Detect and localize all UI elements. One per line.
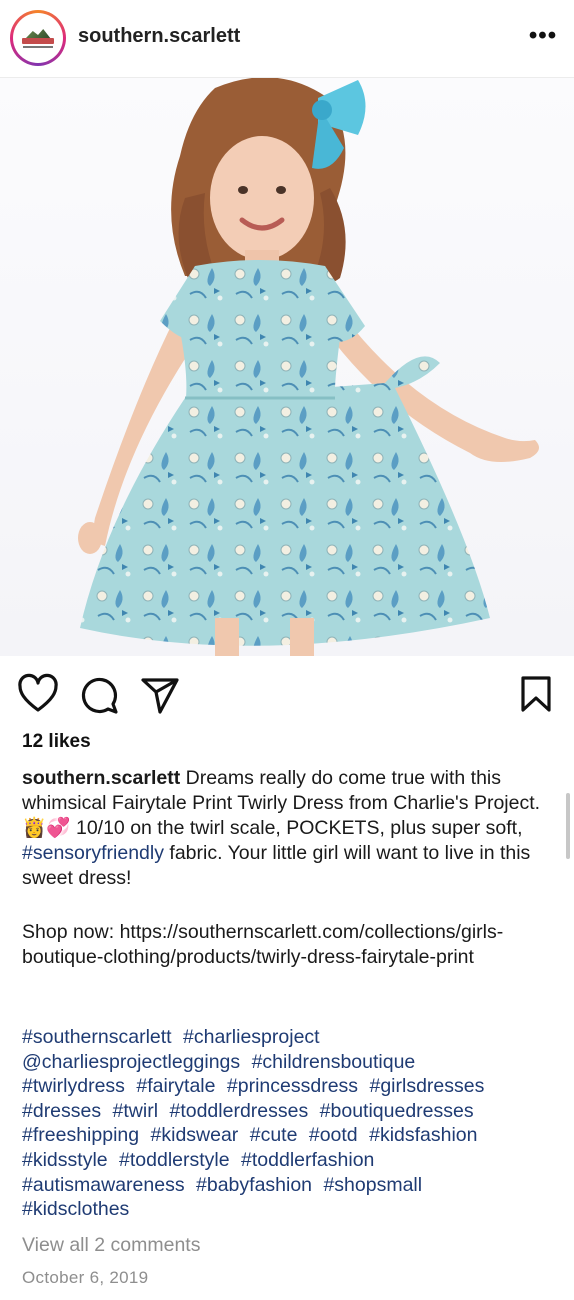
avatar-logo (13, 13, 63, 63)
hashtag[interactable]: #freeshipping (22, 1124, 139, 1146)
hashtag[interactable]: #kidsfashion (369, 1124, 477, 1146)
hashtag[interactable]: #autismawareness (22, 1174, 185, 1196)
logo-banner (22, 38, 54, 44)
shop-link-text: Shop now: https://southernscarlett.com/c… (22, 921, 504, 968)
heart-icon[interactable] (18, 672, 58, 716)
hashtag[interactable]: #toddlerstyle (119, 1149, 230, 1171)
post-date: October 6, 2019 (22, 1268, 149, 1287)
hashtag[interactable]: #girlsdresses (369, 1075, 484, 1097)
post-caption: southern.scarlett Dreams really do come … (22, 766, 550, 891)
avatar[interactable] (10, 10, 66, 66)
hashtag[interactable]: #childrensboutique (252, 1051, 416, 1073)
hashtag[interactable]: #twirlydress (22, 1075, 125, 1097)
caption-text-2: 10/10 on the twirl scale, POCKETS, plus … (70, 817, 528, 839)
username[interactable]: southern.scarlett (78, 25, 240, 48)
photo-illustration (78, 78, 539, 656)
logo-subline (23, 46, 53, 48)
hashtag[interactable]: #boutiquedresses (320, 1100, 474, 1122)
hashtag[interactable]: #ootd (309, 1124, 358, 1146)
hashtag[interactable]: #kidswear (151, 1124, 239, 1146)
hashtag[interactable]: #charliesproject (183, 1026, 320, 1048)
post-header: southern.scarlett ••• (0, 0, 574, 78)
hashtag[interactable]: #dresses (22, 1100, 101, 1122)
hashtag[interactable]: #toddlerdresses (169, 1100, 308, 1122)
hashtag[interactable]: #southernscarlett (22, 1026, 172, 1048)
bookmark-icon[interactable] (516, 672, 556, 716)
hashtag[interactable]: #twirl (113, 1100, 159, 1122)
post-actions (0, 672, 574, 716)
comment-bubble-icon[interactable] (80, 672, 120, 716)
more-options-icon[interactable]: ••• (526, 24, 560, 52)
hashtag[interactable]: #cute (250, 1124, 298, 1146)
hashtag[interactable]: #babyfashion (196, 1174, 312, 1196)
mention[interactable]: @charliesprojectleggings (22, 1051, 240, 1073)
scrollbar[interactable] (566, 793, 570, 859)
hashtag-list: #southernscarlett #charliesproject @char… (22, 1025, 562, 1222)
likes-count[interactable]: 12 likes (22, 731, 91, 753)
hashtag[interactable]: #princessdress (227, 1075, 358, 1097)
hashtag[interactable]: #shopsmall (323, 1174, 422, 1196)
hashtag[interactable]: #kidsclothes (22, 1198, 129, 1220)
caption-hashtag[interactable]: #sensoryfriendly (22, 842, 164, 864)
hashtag[interactable]: #toddlerfashion (241, 1149, 374, 1171)
paper-plane-icon[interactable] (140, 672, 180, 716)
caption-emojis: 👸💞 (22, 817, 71, 839)
post-image[interactable] (0, 78, 574, 656)
view-comments-link[interactable]: View all 2 comments (22, 1234, 200, 1257)
caption-username[interactable]: southern.scarlett (22, 767, 180, 789)
hashtag[interactable]: #kidsstyle (22, 1149, 108, 1171)
hashtag[interactable]: #fairytale (136, 1075, 215, 1097)
